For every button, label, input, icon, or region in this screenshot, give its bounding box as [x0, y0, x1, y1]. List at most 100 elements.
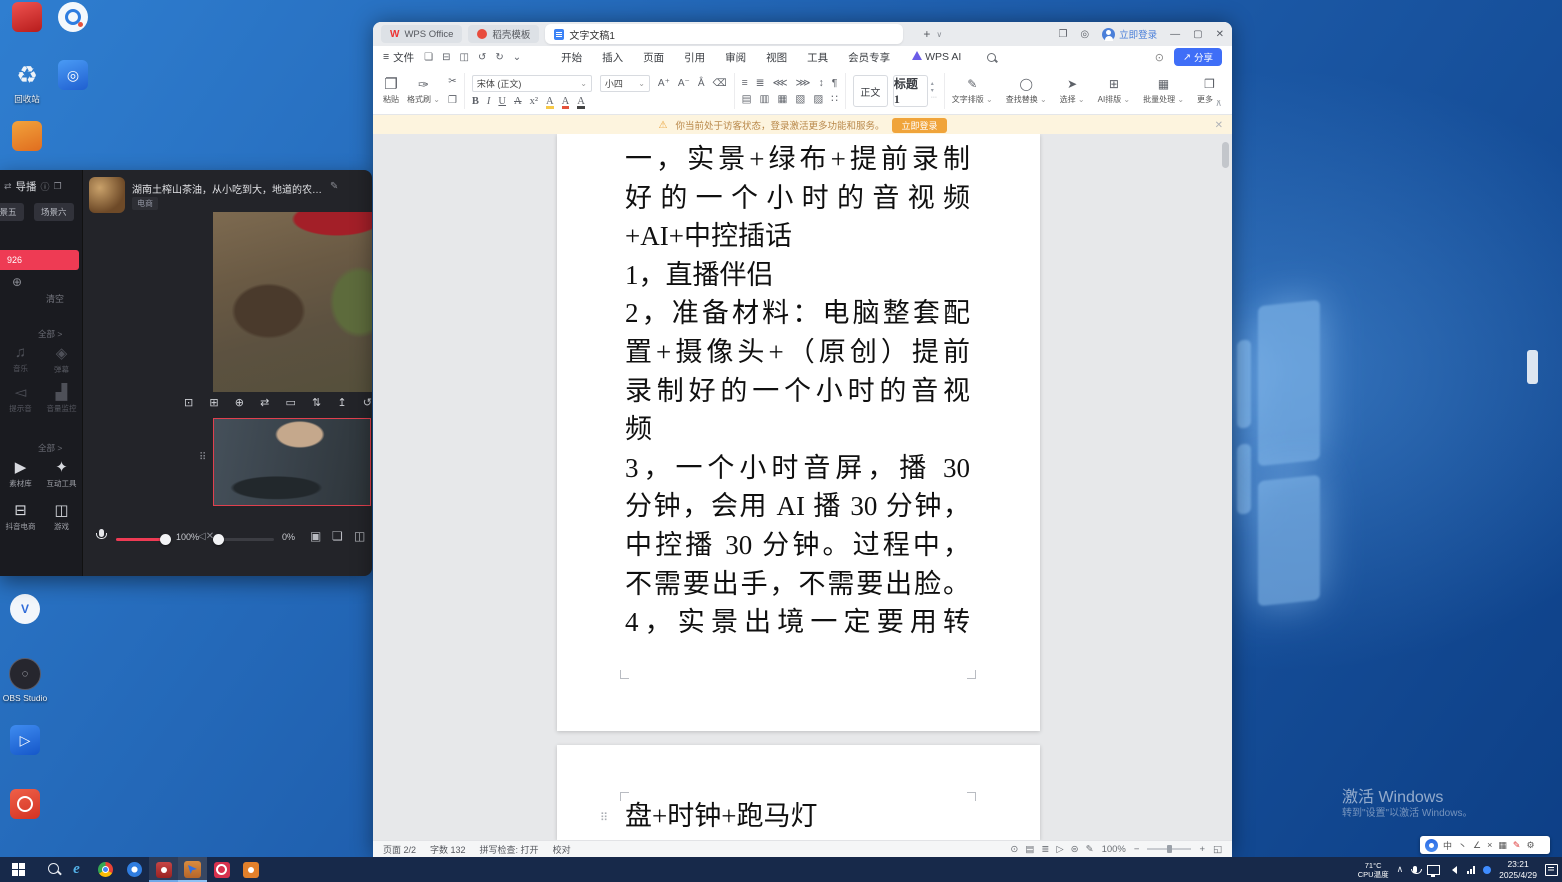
paragraph-button[interactable]: ∷: [831, 93, 838, 105]
tab-docer[interactable]: 稻壳模板: [468, 25, 539, 43]
ribbon-tool[interactable]: ➤ 选择: [1060, 78, 1085, 105]
app-icon[interactable]: ▷: [10, 725, 40, 755]
section-all-2[interactable]: 全部 >: [38, 442, 62, 454]
mic-volume-knob[interactable]: [160, 534, 171, 545]
tray-speaker-icon[interactable]: [1448, 866, 1457, 874]
view-mode-icon[interactable]: ⊜: [1071, 844, 1079, 855]
menu-item[interactable]: 插入: [592, 48, 633, 67]
screen-capture-icon[interactable]: ▣: [310, 529, 321, 543]
menu-item[interactable]: 审阅: [715, 48, 756, 67]
fit-page-icon[interactable]: ◱: [1213, 844, 1222, 855]
document-line[interactable]: 不需要出手，不需要出脸。: [625, 565, 970, 604]
document-line[interactable]: 好的一个小时的音视频: [625, 179, 970, 218]
zoom-slider[interactable]: [1147, 848, 1191, 850]
multi-window-icon[interactable]: ❐: [1058, 29, 1067, 40]
desktop-icon[interactable]: [4, 2, 50, 44]
tray-app-icon[interactable]: [1483, 866, 1491, 874]
preview-tool-icon[interactable]: ⊕: [235, 396, 244, 409]
mic-icon[interactable]: [99, 529, 104, 537]
active-scene-item[interactable]: 926: [0, 250, 79, 270]
login-button[interactable]: 立即登录: [1102, 27, 1157, 41]
taskbar-search-icon[interactable]: [48, 863, 59, 874]
view-mode-icon[interactable]: ✎: [1086, 844, 1094, 855]
section-all-1[interactable]: 全部 >: [38, 328, 62, 340]
format-painter-button[interactable]: ✑ 格式刷: [407, 78, 440, 105]
swap-icon[interactable]: ⇄: [4, 181, 12, 192]
preview-tool-icon[interactable]: ▭: [285, 396, 295, 409]
document-line[interactable]: 置+摄像头+（原创）提前: [625, 333, 970, 372]
clear-button[interactable]: 清空: [46, 292, 64, 305]
document-line[interactable]: 中控播 30 分钟。过程中，: [625, 526, 970, 565]
quick-icon[interactable]: ↺: [478, 52, 486, 63]
info-icon[interactable]: ⓘ: [41, 180, 50, 193]
paragraph-drag-handle[interactable]: ⠿: [600, 811, 608, 824]
ime-icon[interactable]: ▦: [1498, 840, 1507, 851]
tray-network-icon[interactable]: [1467, 866, 1475, 874]
share-button[interactable]: ↗ 分享: [1174, 48, 1222, 66]
format-button[interactable]: U: [498, 96, 506, 107]
minimize-button[interactable]: —: [1170, 29, 1180, 40]
taskbar-app[interactable]: [91, 857, 120, 882]
quick-icon[interactable]: ❏: [424, 52, 433, 63]
ime-icon[interactable]: ✎: [1513, 840, 1521, 851]
format-button[interactable]: x²: [530, 96, 538, 107]
stepper-arrow[interactable]: ⋯: [931, 95, 937, 101]
paragraph-button[interactable]: ≡: [742, 77, 748, 89]
desktop-icon[interactable]: V: [2, 594, 48, 636]
desktop-icon[interactable]: ▷: [2, 725, 48, 767]
tray-mic-icon[interactable]: [1413, 866, 1417, 873]
document-line[interactable]: 录制好的一个小时的音视: [625, 372, 970, 411]
view-mode-icon[interactable]: ▷: [1056, 844, 1063, 855]
style-normal[interactable]: 正文: [853, 75, 888, 107]
document-page-1[interactable]: 一，实景+绿布+提前录制好的一个小时的音视频+AI+中控插话1，直播伴侣2，准备…: [557, 134, 1040, 731]
font-fx-icon[interactable]: A̐: [698, 78, 705, 89]
live-tool-item[interactable]: ♫ 音乐: [0, 344, 41, 375]
taskbar-clock[interactable]: 23:21 2025/4/29: [1499, 859, 1537, 880]
format-button[interactable]: A: [514, 96, 522, 107]
desktop-icon[interactable]: [50, 2, 96, 44]
live-tool-item[interactable]: ◫ 游戏: [41, 501, 82, 532]
app-icon[interactable]: [12, 121, 42, 151]
document-line[interactable]: 频: [625, 410, 970, 449]
ime-icon[interactable]: ⚙: [1526, 840, 1534, 851]
document-line[interactable]: 1，直播伴侣: [625, 256, 970, 295]
scene-tab-6[interactable]: 场景六: [34, 203, 74, 221]
paragraph-button[interactable]: ≣: [756, 77, 765, 89]
ribbon-tool[interactable]: ⊞ AI排版: [1098, 78, 1131, 105]
app-icon[interactable]: [10, 789, 40, 819]
live-tool-item[interactable]: ⊟ 抖音电商: [0, 501, 41, 532]
app-icon[interactable]: ◌: [9, 658, 41, 690]
copy-icon[interactable]: ❐: [448, 94, 457, 107]
stepper-arrow[interactable]: ▴: [931, 81, 937, 87]
tray-expand-chevron[interactable]: ∧: [1397, 864, 1404, 875]
close-button[interactable]: ✕: [1216, 29, 1224, 40]
speaker-muted-icon[interactable]: ◁✕: [198, 531, 214, 542]
menu-item[interactable]: 视图: [756, 48, 797, 67]
preview-eye-icon[interactable]: ⊙: [1155, 51, 1164, 64]
start-button[interactable]: [12, 863, 25, 876]
tab-wps-home[interactable]: W WPS Office: [381, 25, 462, 43]
preview-tool-icon[interactable]: ⇅: [312, 396, 321, 409]
source-drag-handle[interactable]: ⠿: [199, 452, 206, 463]
collapse-ribbon-icon[interactable]: ∧: [1215, 98, 1222, 109]
camera-source-preview[interactable]: [213, 418, 371, 506]
document-line[interactable]: 分钟，会用 AI 播 30 分钟，: [625, 487, 970, 526]
font-fx-icon[interactable]: ⌫: [712, 78, 726, 89]
format-button[interactable]: I: [487, 96, 491, 107]
format-button[interactable]: B: [472, 96, 479, 107]
app-icon[interactable]: ◎: [58, 60, 88, 90]
style-heading1[interactable]: 标题 1: [893, 75, 928, 107]
desktop-icon[interactable]: ◎: [50, 60, 96, 105]
status-item[interactable]: 校对: [553, 843, 571, 856]
speaker-volume-knob[interactable]: [213, 534, 224, 545]
preview-tool-icon[interactable]: ⊞: [209, 396, 218, 409]
cut-icon[interactable]: ✂: [448, 75, 456, 88]
document-line[interactable]: +AI+中控插话: [625, 217, 970, 256]
edit-title-icon[interactable]: ✎: [330, 181, 338, 192]
paste-button[interactable]: ❐ 粘贴: [383, 78, 399, 105]
wps-ai-menu[interactable]: WPS AI: [902, 49, 971, 65]
format-button[interactable]: A: [577, 96, 585, 107]
live-tool-item[interactable]: ✦ 互动工具: [41, 458, 82, 489]
app-icon[interactable]: ♻: [12, 60, 42, 90]
taskbar-app[interactable]: [149, 857, 178, 882]
